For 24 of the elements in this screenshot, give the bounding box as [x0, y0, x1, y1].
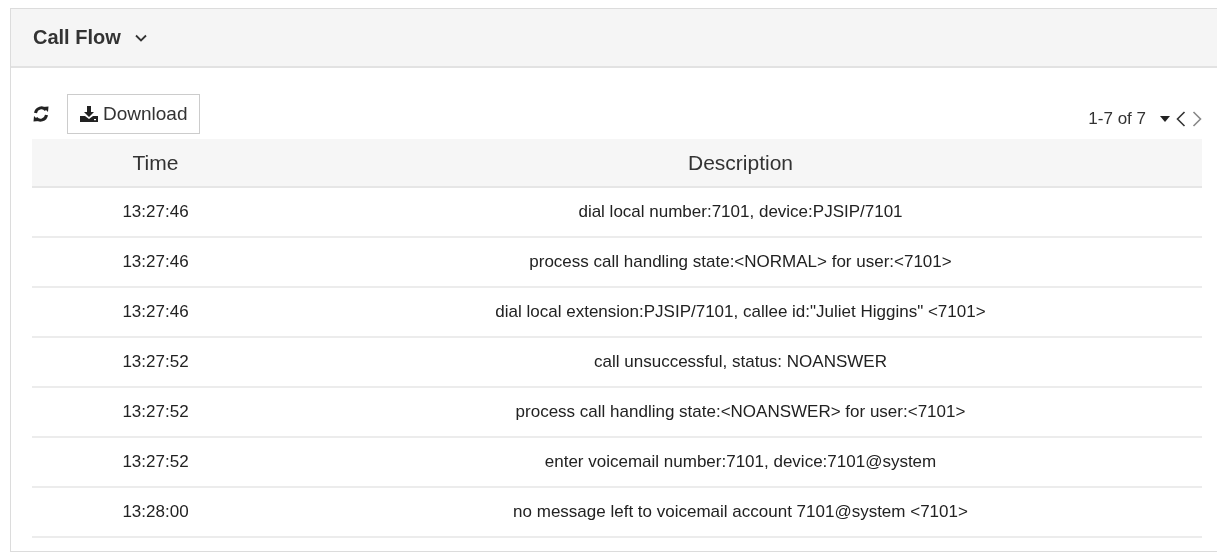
- caret-icon[interactable]: [1160, 116, 1170, 122]
- previous-page-icon[interactable]: [1176, 111, 1186, 127]
- table-cell: no message left to voicemail account 7101@system <7101>: [279, 487, 1202, 537]
- download-button[interactable]: Download: [67, 94, 200, 134]
- table-cell: 13:27:46: [32, 187, 279, 237]
- table-cell: dial local number:7101, device:PJSIP/7101: [279, 187, 1202, 237]
- column-header: Description: [279, 139, 1202, 187]
- table-cell: 13:27:46: [32, 287, 279, 337]
- download-icon: [79, 105, 99, 123]
- table-cell: call unsuccessful, status: NOANSWER: [279, 337, 1202, 387]
- table-cell: 13:27:52: [32, 387, 279, 437]
- column-header: Time: [32, 139, 279, 187]
- chevron-icon[interactable]: [134, 33, 147, 42]
- table-cell: 13:27:52: [32, 337, 279, 387]
- panel-title: Call Flow: [33, 26, 121, 49]
- table-cell: process call handling state:<NORMAL> for user:<7101>: [279, 237, 1202, 287]
- table-cell: 13:27:52: [32, 437, 279, 487]
- table-cell: process call handling state:<NOANSWER> for user:<7101>: [279, 387, 1202, 437]
- table-cell: enter voicemail number:7101, device:7101@system: [279, 437, 1202, 487]
- table-cell: 13:27:46: [32, 237, 279, 287]
- table-cell: 13:28:00: [32, 487, 279, 537]
- refresh-icon[interactable]: [32, 105, 50, 123]
- table-cell: dial local extension:PJSIP/7101, callee id:"Juliet Higgins" <7101>: [279, 287, 1202, 337]
- page-range: 1-7 of 7: [1088, 109, 1146, 129]
